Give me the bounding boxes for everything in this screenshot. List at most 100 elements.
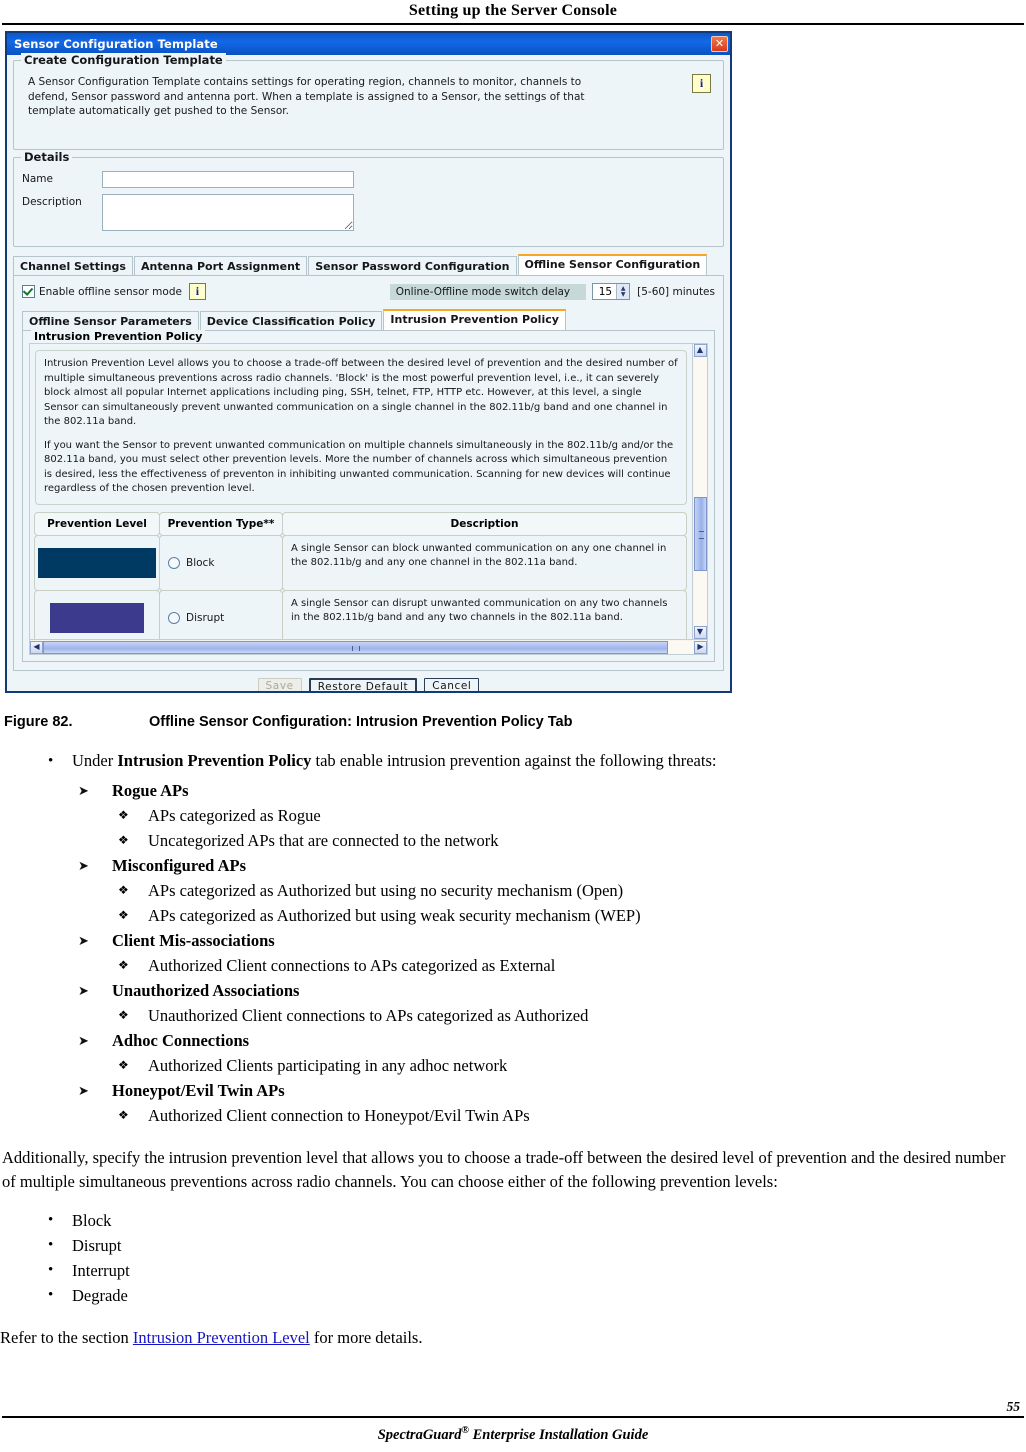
- page-footer: 55 SpectraGuard® Enterprise Installation…: [2, 1399, 1024, 1446]
- page-number: 55: [1006, 1399, 1021, 1415]
- scroll-thumb-grip-icon: [698, 531, 704, 539]
- table-row: Block A single Sensor can block unwanted…: [34, 534, 687, 591]
- details-group: Details Name Description: [13, 150, 724, 247]
- threat-sublist: Authorized Client connection to Honeypot…: [112, 1103, 1026, 1128]
- sub-tab-strip: Offline Sensor Parameters Device Classif…: [22, 309, 715, 331]
- block-color-swatch: [38, 547, 156, 578]
- list-item: Authorized Client connections to APs cat…: [112, 953, 1026, 978]
- refer-line: Refer to the section Intrusion Preventio…: [0, 1326, 1026, 1350]
- threat-sublist: APs categorized as Authorized but using …: [112, 878, 1026, 928]
- list-item: Adhoc Connections Authorized Clients par…: [0, 1028, 1026, 1078]
- disrupt-radio-button[interactable]: [168, 611, 180, 624]
- list-item: Authorized Client connection to Honeypot…: [112, 1103, 1026, 1128]
- save-button[interactable]: Save: [257, 678, 302, 691]
- table-row: Disrupt A single Sensor can disrupt unwa…: [34, 589, 687, 639]
- threat-title: Misconfigured APs: [112, 856, 246, 875]
- info-icon[interactable]: i: [692, 74, 711, 93]
- disrupt-color-swatch: [50, 602, 144, 633]
- disrupt-description-cell: A single Sensor can disrupt unwanted com…: [282, 589, 687, 639]
- name-label: Name: [22, 173, 53, 185]
- policy-horizontal-scrollbar[interactable]: ◀ ▶: [29, 640, 708, 655]
- disrupt-type-cell[interactable]: Disrupt: [159, 589, 283, 639]
- block-type-label: Block: [186, 556, 215, 569]
- running-header-text: Setting up the Server Console: [408, 2, 618, 19]
- list-item: Block: [0, 1208, 1026, 1233]
- restore-default-button[interactable]: Restore Default: [308, 678, 418, 691]
- list-item: APs categorized as Rogue: [112, 803, 1026, 828]
- list-item: Rogue APs APs categorized as Rogue Uncat…: [0, 778, 1026, 853]
- dialog-body: Create Configuration Template A Sensor C…: [7, 53, 730, 691]
- dialog-button-bar: Save Restore Default Cancel: [13, 671, 724, 691]
- page-running-header: Setting up the Server Console: [0, 0, 1026, 26]
- intrusion-prevention-policy-group: Intrusion Prevention Policy Intrusion Pr…: [22, 330, 715, 662]
- tail-paragraph: Additionally, specify the intrusion prev…: [2, 1148, 1006, 1191]
- stepper-arrows-icon[interactable]: ▲ ▼: [616, 284, 630, 299]
- vertical-scroll-thumb[interactable]: [693, 497, 707, 571]
- threat-title: Client Mis-associations: [112, 931, 275, 950]
- enable-offline-sensor-mode-checkbox[interactable]: [22, 285, 35, 298]
- vertical-scroll-track[interactable]: [693, 357, 707, 626]
- switch-delay-stepper[interactable]: 15 ▲ ▼: [591, 283, 631, 300]
- intro-suffix: tab enable intrusion prevention against …: [311, 751, 717, 770]
- scroll-down-icon[interactable]: ▼: [693, 626, 707, 639]
- list-item: Interrupt: [0, 1258, 1026, 1283]
- enable-offline-sensor-mode-label: Enable offline sensor mode: [39, 285, 182, 298]
- list-item: Unauthorized Associations Unauthorized C…: [0, 978, 1026, 1028]
- intro-bold-term: Intrusion Prevention Policy: [117, 751, 312, 770]
- policy-vertical-scrollbar[interactable]: ▲ ▼: [692, 344, 707, 639]
- close-icon[interactable]: ✕: [711, 36, 728, 52]
- threat-sublist: APs categorized as Rogue Uncategorized A…: [112, 803, 1026, 853]
- description-label: Description: [22, 196, 82, 208]
- details-legend: Details: [21, 150, 73, 164]
- tab-offline-sensor-configuration[interactable]: Offline Sensor Configuration: [517, 254, 708, 275]
- subtab-intrusion-prevention-policy[interactable]: Intrusion Prevention Policy: [383, 309, 566, 330]
- create-configuration-template-group: Create Configuration Template A Sensor C…: [13, 53, 724, 150]
- table-header-row: Prevention Level Prevention Type** Descr…: [34, 511, 687, 536]
- horizontal-scroll-track[interactable]: [43, 640, 694, 654]
- scroll-right-icon[interactable]: ▶: [694, 640, 707, 654]
- list-item: Honeypot/Evil Twin APs Authorized Client…: [0, 1078, 1026, 1128]
- list-item: APs categorized as Authorized but using …: [112, 878, 1026, 903]
- sensor-configuration-template-dialog: Sensor Configuration Template ✕ Create C…: [5, 31, 732, 693]
- block-type-cell[interactable]: Block: [159, 534, 283, 591]
- intrusion-prevention-level-link[interactable]: Intrusion Prevention Level: [133, 1328, 310, 1347]
- scroll-left-icon[interactable]: ◀: [30, 640, 43, 654]
- switch-delay-value[interactable]: 15: [593, 286, 616, 298]
- threat-sublist: Authorized Clients participating in any …: [112, 1053, 1026, 1078]
- tab-antenna-port-assignment[interactable]: Antenna Port Assignment: [133, 256, 308, 275]
- footer-brand: SpectraGuard: [377, 1427, 462, 1443]
- subtab-device-classification-policy[interactable]: Device Classification Policy: [199, 311, 383, 330]
- list-item: APs categorized as Authorized but using …: [112, 903, 1026, 928]
- sub-tab-area: Offline Sensor Parameters Device Classif…: [22, 309, 715, 662]
- figure-caption: Figure 82. Offline Sensor Configuration:…: [0, 700, 1026, 730]
- list-item: Client Mis-associations Authorized Clien…: [0, 928, 1026, 978]
- subtab-offline-sensor-parameters[interactable]: Offline Sensor Parameters: [22, 311, 199, 330]
- scroll-up-icon[interactable]: ▲: [693, 344, 707, 357]
- description-row: Description: [22, 194, 715, 231]
- create-template-legend: Create Configuration Template: [21, 53, 226, 67]
- tab-channel-settings[interactable]: Channel Settings: [13, 256, 133, 275]
- prevention-levels-list: Block Disrupt Interrupt Degrade: [0, 1208, 1026, 1308]
- name-input[interactable]: [102, 171, 354, 188]
- threat-sublist: Unauthorized Client connections to APs c…: [112, 1003, 1026, 1028]
- figure-caption-text: Offline Sensor Configuration: Intrusion …: [149, 714, 573, 730]
- block-radio-button[interactable]: [168, 556, 180, 569]
- offline-info-icon[interactable]: i: [188, 283, 206, 300]
- description-input[interactable]: [102, 194, 354, 231]
- threat-title: Rogue APs: [112, 781, 189, 800]
- footer-title: SpectraGuard® Enterprise Installation Gu…: [2, 1418, 1024, 1446]
- horizontal-scroll-thumb[interactable]: [43, 640, 668, 654]
- details-body: Name Description: [14, 158, 723, 246]
- registered-mark-icon: ®: [461, 1425, 469, 1437]
- intrusion-prevention-policy-legend: Intrusion Prevention Policy: [31, 330, 206, 343]
- cancel-button[interactable]: Cancel: [424, 678, 480, 691]
- create-template-body: A Sensor Configuration Template contains…: [14, 61, 723, 149]
- header-rule: [2, 23, 1024, 25]
- tab-sensor-password-configuration[interactable]: Sensor Password Configuration: [308, 256, 517, 275]
- list-item: Degrade: [0, 1283, 1026, 1308]
- policy-scroll-area: Intrusion Prevention Level allows you to…: [29, 343, 708, 640]
- list-item: Misconfigured APs APs categorized as Aut…: [0, 853, 1026, 928]
- stepper-down-icon[interactable]: ▼: [621, 291, 626, 298]
- name-row: Name: [22, 171, 715, 188]
- threat-sublist: Authorized Client connections to APs cat…: [112, 953, 1026, 978]
